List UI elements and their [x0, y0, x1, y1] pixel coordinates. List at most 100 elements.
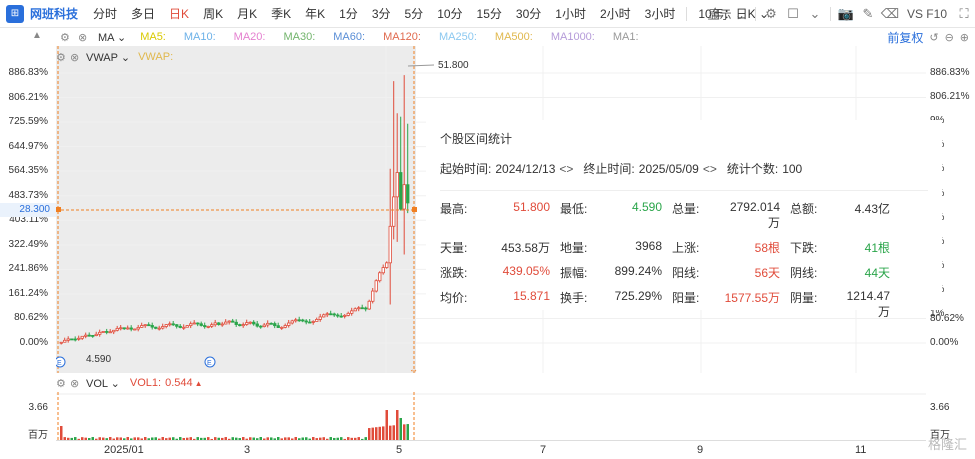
- candle-body: [262, 324, 266, 327]
- stat-key: 总量:: [672, 202, 700, 216]
- candle-body: [157, 327, 161, 330]
- indicator-close-icon[interactable]: ⊗: [78, 31, 92, 44]
- volume-bar: [382, 426, 385, 440]
- event-marker-e: E: [207, 360, 212, 367]
- sub-close-icon[interactable]: ⊗: [70, 51, 86, 64]
- candle-body: [332, 313, 336, 316]
- candle-body: [171, 323, 175, 326]
- price-tick: 806.21%: [8, 91, 48, 103]
- drag-handle-icon[interactable]: ↔: [409, 364, 418, 373]
- price-tick: 0.00%: [19, 337, 48, 348]
- vol1-value: 0.544: [165, 377, 193, 389]
- price-tick: 0.00%: [930, 337, 959, 348]
- layout-square-icon[interactable]: ☐: [782, 6, 804, 22]
- time-tick: 2025/01: [104, 444, 144, 456]
- candle-body: [255, 323, 259, 327]
- current-price-tag: 28.300: [0, 203, 56, 217]
- candle-body: [339, 315, 343, 318]
- ma-legend-item: MA500:: [494, 31, 533, 43]
- adjust-mode-link[interactable]: 前复权: [887, 29, 923, 46]
- stat-value: 4.43亿: [854, 202, 890, 216]
- end-stepper-icon[interactable]: <>: [703, 162, 717, 176]
- draw-pencil-icon[interactable]: ✎: [857, 6, 879, 22]
- stat-key: 阳量:: [672, 291, 700, 305]
- volume-bar: [399, 418, 402, 440]
- candle-body: [73, 338, 77, 341]
- candle-body: [357, 307, 361, 310]
- candle-body: [402, 184, 406, 210]
- candle-body: [364, 307, 368, 310]
- period-tab[interactable]: 3小时: [638, 5, 683, 22]
- candle-body: [140, 325, 144, 328]
- display-dropdown[interactable]: 显示 ⌄: [702, 6, 751, 23]
- candle-body: [105, 331, 109, 333]
- candle-body: [241, 324, 245, 327]
- period-tab[interactable]: 10分: [430, 5, 469, 22]
- start-stepper-icon[interactable]: <>: [559, 162, 573, 176]
- time-tick: 3: [244, 444, 251, 456]
- period-tab[interactable]: 1分: [332, 5, 365, 22]
- camera-icon[interactable]: 📷: [835, 6, 857, 22]
- time-tick: 5: [396, 444, 403, 456]
- candle-body: [290, 320, 294, 324]
- period-tab[interactable]: 1小时: [548, 5, 593, 22]
- eraser-icon[interactable]: ⌫: [879, 6, 901, 22]
- stat-value: 51.800: [513, 200, 550, 214]
- period-tab[interactable]: 分时: [86, 5, 124, 22]
- vol-indicator-type[interactable]: VOL ⌄: [86, 377, 120, 390]
- period-tab[interactable]: 30分: [509, 5, 548, 22]
- low-label: 4.590: [86, 354, 111, 365]
- period-tab[interactable]: 季K: [264, 5, 298, 22]
- sub-settings-icon[interactable]: ⚙: [56, 51, 70, 64]
- stat-key: 地量:: [560, 241, 588, 255]
- volume-bar: [403, 424, 406, 440]
- period-tab[interactable]: 周K: [196, 5, 230, 22]
- stat-value: 1214.47万: [846, 289, 890, 319]
- period-tab[interactable]: 15分: [470, 5, 509, 22]
- crosshair-marker: [412, 207, 417, 212]
- plus-icon[interactable]: ⊕: [960, 31, 969, 44]
- price-tick: 886.83%: [8, 67, 48, 78]
- volume-bar: [406, 424, 409, 440]
- period-tab[interactable]: 月K: [230, 5, 264, 22]
- candle-body: [269, 322, 273, 325]
- candle-body: [238, 324, 242, 327]
- toolbar-divider: [754, 7, 756, 21]
- vol-settings-icon[interactable]: ⚙: [56, 377, 70, 390]
- period-tab[interactable]: 3分: [365, 5, 398, 22]
- minus-icon[interactable]: ⊖: [945, 31, 954, 44]
- vol-axis-top: 3.66: [930, 402, 950, 413]
- candle-body: [210, 324, 214, 327]
- settings-gear-icon[interactable]: ⚙: [760, 6, 782, 22]
- indicator-settings-icon[interactable]: ⚙: [60, 31, 72, 44]
- candle-body: [276, 325, 280, 328]
- stats-grid: 最高: 51.800 最低: 4.590 总量: 2792.014万 总额: 4.43亿 天量:…: [440, 200, 940, 320]
- period-tab[interactable]: 5分: [398, 5, 431, 22]
- fullscreen-icon[interactable]: ⛶: [953, 6, 975, 22]
- undo-icon[interactable]: ↺: [929, 31, 938, 44]
- vol-axis-top: 3.66: [28, 402, 48, 413]
- period-tab[interactable]: 日K: [162, 5, 196, 22]
- period-tab[interactable]: 2小时: [593, 5, 638, 22]
- count-value: 100: [782, 161, 803, 176]
- period-tab[interactable]: 多日: [124, 5, 162, 22]
- sub-indicator-type[interactable]: VWAP ⌄: [86, 51, 130, 64]
- range-stats-panel: 个股区间统计 起始时间: 2024/12/13 <> 终止时间: 2025/05…: [426, 120, 942, 319]
- candle-body: [252, 321, 256, 325]
- period-tab[interactable]: 年K: [298, 5, 332, 22]
- candle-body: [115, 327, 119, 331]
- candle-body: [122, 327, 126, 330]
- layout-dropdown-icon[interactable]: ⌄: [804, 6, 826, 22]
- volume-bar: [385, 410, 388, 440]
- candle-body: [143, 324, 147, 327]
- vs-f10-button[interactable]: VS F10: [901, 7, 953, 21]
- volume-bar: [368, 428, 371, 440]
- ma-legend-item: MA5:: [140, 31, 166, 43]
- stat-value: 725.29%: [614, 289, 662, 303]
- collapse-up-icon[interactable]: ▲: [32, 30, 46, 44]
- volume-chart[interactable]: [56, 392, 926, 440]
- main-indicator-type[interactable]: MA ⌄: [98, 31, 126, 44]
- vol-close-icon[interactable]: ⊗: [70, 377, 86, 390]
- candle-body: [98, 331, 102, 335]
- candle-body: [283, 325, 287, 328]
